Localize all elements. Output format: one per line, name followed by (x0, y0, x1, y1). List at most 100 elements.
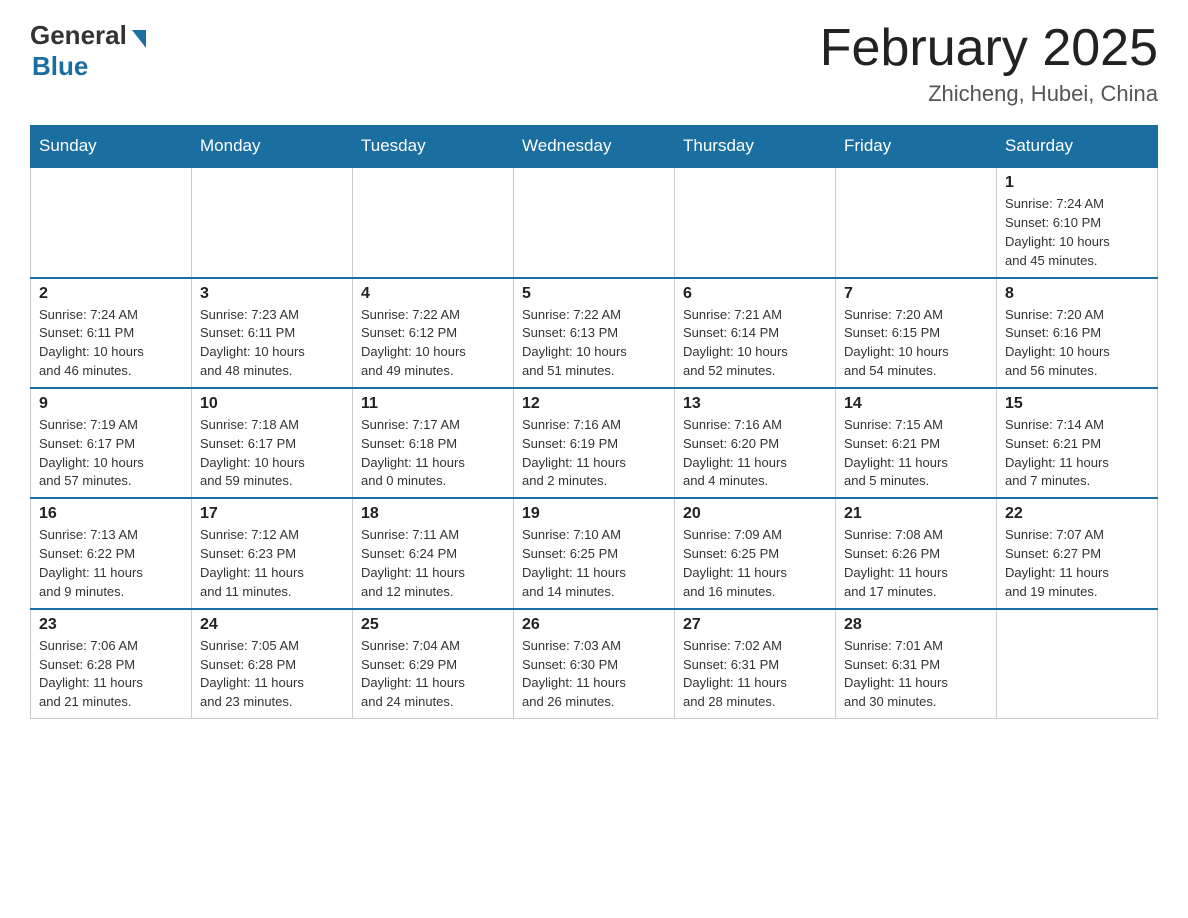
calendar-cell: 19 Sunrise: 7:10 AMSunset: 6:25 PMDayligh… (514, 498, 675, 608)
day-number: 6 (683, 285, 827, 303)
calendar-cell: 24 Sunrise: 7:05 AMSunset: 6:28 PMDayligh… (192, 609, 353, 719)
calendar-cell: 23 Sunrise: 7:06 AMSunset: 6:28 PMDayligh… (31, 609, 192, 719)
day-number: 11 (361, 395, 505, 413)
day-info: Sunrise: 7:10 AMSunset: 6:25 PMDaylight:… (522, 526, 666, 601)
calendar-cell: 25 Sunrise: 7:04 AMSunset: 6:29 PMDayligh… (353, 609, 514, 719)
calendar-cell (353, 167, 514, 277)
day-info: Sunrise: 7:20 AMSunset: 6:16 PMDaylight:… (1005, 306, 1149, 381)
day-info: Sunrise: 7:16 AMSunset: 6:20 PMDaylight:… (683, 416, 827, 491)
day-info: Sunrise: 7:04 AMSunset: 6:29 PMDaylight:… (361, 637, 505, 712)
day-number: 26 (522, 616, 666, 634)
weekday-header-thursday: Thursday (675, 126, 836, 168)
day-info: Sunrise: 7:20 AMSunset: 6:15 PMDaylight:… (844, 306, 988, 381)
day-number: 18 (361, 505, 505, 523)
calendar-cell (514, 167, 675, 277)
calendar-cell: 11Sunrise: 7:17 AMSunset: 6:18 PMDayligh… (353, 388, 514, 498)
day-number: 9 (39, 395, 183, 413)
day-info: Sunrise: 7:19 AMSunset: 6:17 PMDaylight:… (39, 416, 183, 491)
day-info: Sunrise: 7:24 AMSunset: 6:10 PMDaylight:… (1005, 195, 1149, 270)
calendar-cell: 7 Sunrise: 7:20 AMSunset: 6:15 PMDaylight… (836, 278, 997, 388)
day-info: Sunrise: 7:22 AMSunset: 6:12 PMDaylight:… (361, 306, 505, 381)
calendar-week-2: 2 Sunrise: 7:24 AMSunset: 6:11 PMDaylight… (31, 278, 1158, 388)
title-block: February 2025 Zhicheng, Hubei, China (820, 20, 1158, 107)
page-header: General Blue February 2025 Zhicheng, Hub… (30, 20, 1158, 107)
logo-blue-text: Blue (32, 51, 88, 82)
day-number: 2 (39, 285, 183, 303)
day-number: 13 (683, 395, 827, 413)
day-info: Sunrise: 7:21 AMSunset: 6:14 PMDaylight:… (683, 306, 827, 381)
day-info: Sunrise: 7:07 AMSunset: 6:27 PMDaylight:… (1005, 526, 1149, 601)
day-number: 27 (683, 616, 827, 634)
day-number: 15 (1005, 395, 1149, 413)
day-number: 1 (1005, 174, 1149, 192)
day-number: 23 (39, 616, 183, 634)
calendar-cell: 5 Sunrise: 7:22 AMSunset: 6:13 PMDaylight… (514, 278, 675, 388)
calendar-cell: 17 Sunrise: 7:12 AMSunset: 6:23 PMDayligh… (192, 498, 353, 608)
day-info: Sunrise: 7:03 AMSunset: 6:30 PMDaylight:… (522, 637, 666, 712)
calendar-cell: 20 Sunrise: 7:09 AMSunset: 6:25 PMDayligh… (675, 498, 836, 608)
calendar-cell: 13 Sunrise: 7:16 AMSunset: 6:20 PMDayligh… (675, 388, 836, 498)
calendar-cell: 27Sunrise: 7:02 AMSunset: 6:31 PMDayligh… (675, 609, 836, 719)
weekday-header-sunday: Sunday (31, 126, 192, 168)
day-info: Sunrise: 7:09 AMSunset: 6:25 PMDaylight:… (683, 526, 827, 601)
day-number: 14 (844, 395, 988, 413)
day-number: 12 (522, 395, 666, 413)
day-info: Sunrise: 7:15 AMSunset: 6:21 PMDaylight:… (844, 416, 988, 491)
day-info: Sunrise: 7:18 AMSunset: 6:17 PMDaylight:… (200, 416, 344, 491)
day-number: 22 (1005, 505, 1149, 523)
calendar-week-3: 9 Sunrise: 7:19 AMSunset: 6:17 PMDaylight… (31, 388, 1158, 498)
day-number: 5 (522, 285, 666, 303)
day-number: 20 (683, 505, 827, 523)
day-number: 4 (361, 285, 505, 303)
day-number: 19 (522, 505, 666, 523)
calendar-cell (836, 167, 997, 277)
weekday-header-saturday: Saturday (997, 126, 1158, 168)
day-number: 17 (200, 505, 344, 523)
calendar-cell: 8Sunrise: 7:20 AMSunset: 6:16 PMDaylight… (997, 278, 1158, 388)
day-number: 24 (200, 616, 344, 634)
calendar-cell: 22 Sunrise: 7:07 AMSunset: 6:27 PMDayligh… (997, 498, 1158, 608)
day-info: Sunrise: 7:12 AMSunset: 6:23 PMDaylight:… (200, 526, 344, 601)
weekday-header-friday: Friday (836, 126, 997, 168)
month-title: February 2025 (820, 20, 1158, 77)
calendar-cell: 12 Sunrise: 7:16 AMSunset: 6:19 PMDayligh… (514, 388, 675, 498)
calendar-table: SundayMondayTuesdayWednesdayThursdayFrid… (30, 125, 1158, 719)
calendar-cell (997, 609, 1158, 719)
calendar-cell: 6 Sunrise: 7:21 AMSunset: 6:14 PMDaylight… (675, 278, 836, 388)
calendar-week-5: 23 Sunrise: 7:06 AMSunset: 6:28 PMDayligh… (31, 609, 1158, 719)
day-info: Sunrise: 7:23 AMSunset: 6:11 PMDaylight:… (200, 306, 344, 381)
logo: General Blue (30, 20, 146, 82)
day-info: Sunrise: 7:16 AMSunset: 6:19 PMDaylight:… (522, 416, 666, 491)
day-info: Sunrise: 7:11 AMSunset: 6:24 PMDaylight:… (361, 526, 505, 601)
day-number: 7 (844, 285, 988, 303)
day-info: Sunrise: 7:06 AMSunset: 6:28 PMDaylight:… (39, 637, 183, 712)
day-number: 10 (200, 395, 344, 413)
calendar-cell: 2 Sunrise: 7:24 AMSunset: 6:11 PMDaylight… (31, 278, 192, 388)
calendar-cell: 4 Sunrise: 7:22 AMSunset: 6:12 PMDaylight… (353, 278, 514, 388)
calendar-cell (192, 167, 353, 277)
day-number: 16 (39, 505, 183, 523)
day-info: Sunrise: 7:01 AMSunset: 6:31 PMDaylight:… (844, 637, 988, 712)
day-number: 3 (200, 285, 344, 303)
day-number: 21 (844, 505, 988, 523)
calendar-cell: 1 Sunrise: 7:24 AMSunset: 6:10 PMDaylight… (997, 167, 1158, 277)
logo-general-text: General (30, 20, 127, 51)
day-number: 28 (844, 616, 988, 634)
day-info: Sunrise: 7:24 AMSunset: 6:11 PMDaylight:… (39, 306, 183, 381)
day-info: Sunrise: 7:14 AMSunset: 6:21 PMDaylight:… (1005, 416, 1149, 491)
logo-arrow-icon (132, 30, 146, 48)
day-number: 25 (361, 616, 505, 634)
day-info: Sunrise: 7:05 AMSunset: 6:28 PMDaylight:… (200, 637, 344, 712)
calendar-cell: 18 Sunrise: 7:11 AMSunset: 6:24 PMDayligh… (353, 498, 514, 608)
calendar-cell: 15 Sunrise: 7:14 AMSunset: 6:21 PMDayligh… (997, 388, 1158, 498)
day-info: Sunrise: 7:22 AMSunset: 6:13 PMDaylight:… (522, 306, 666, 381)
calendar-week-4: 16Sunrise: 7:13 AMSunset: 6:22 PMDayligh… (31, 498, 1158, 608)
calendar-cell (31, 167, 192, 277)
weekday-header-row: SundayMondayTuesdayWednesdayThursdayFrid… (31, 126, 1158, 168)
calendar-cell: 3 Sunrise: 7:23 AMSunset: 6:11 PMDaylight… (192, 278, 353, 388)
calendar-cell: 10 Sunrise: 7:18 AMSunset: 6:17 PMDayligh… (192, 388, 353, 498)
day-info: Sunrise: 7:08 AMSunset: 6:26 PMDaylight:… (844, 526, 988, 601)
calendar-cell: 26 Sunrise: 7:03 AMSunset: 6:30 PMDayligh… (514, 609, 675, 719)
weekday-header-monday: Monday (192, 126, 353, 168)
calendar-cell: 21 Sunrise: 7:08 AMSunset: 6:26 PMDayligh… (836, 498, 997, 608)
